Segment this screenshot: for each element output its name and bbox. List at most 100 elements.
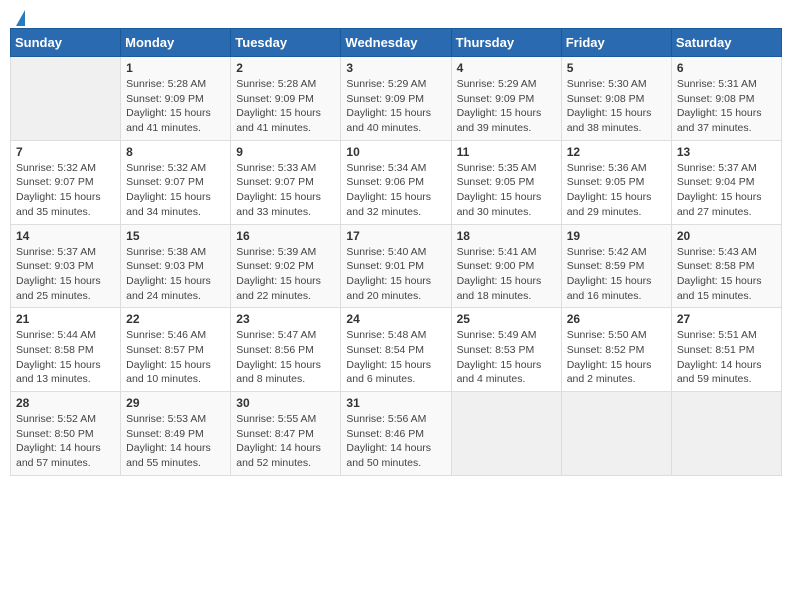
calendar-cell: 30 Sunrise: 5:55 AM Sunset: 8:47 PM Dayli… bbox=[231, 392, 341, 476]
day-info: Sunrise: 5:30 AM Sunset: 9:08 PM Dayligh… bbox=[567, 77, 666, 136]
day-info: Sunrise: 5:28 AM Sunset: 9:09 PM Dayligh… bbox=[236, 77, 335, 136]
day-info: Sunrise: 5:36 AM Sunset: 9:05 PM Dayligh… bbox=[567, 161, 666, 220]
calendar-cell: 23 Sunrise: 5:47 AM Sunset: 8:56 PM Dayli… bbox=[231, 308, 341, 392]
day-number: 22 bbox=[126, 312, 225, 326]
logo-triangle-icon bbox=[16, 10, 25, 26]
calendar-cell: 5 Sunrise: 5:30 AM Sunset: 9:08 PM Daylig… bbox=[561, 57, 671, 141]
day-number: 17 bbox=[346, 229, 445, 243]
day-number: 3 bbox=[346, 61, 445, 75]
calendar-cell: 13 Sunrise: 5:37 AM Sunset: 9:04 PM Dayli… bbox=[671, 140, 781, 224]
weekday-header-sunday: Sunday bbox=[11, 29, 121, 57]
calendar-cell: 28 Sunrise: 5:52 AM Sunset: 8:50 PM Dayli… bbox=[11, 392, 121, 476]
calendar-cell: 9Sunrise: 5:33 AM Sunset: 9:07 PM Daylig… bbox=[231, 140, 341, 224]
calendar-cell: 25 Sunrise: 5:49 AM Sunset: 8:53 PM Dayli… bbox=[451, 308, 561, 392]
calendar-cell: 19 Sunrise: 5:42 AM Sunset: 8:59 PM Dayli… bbox=[561, 224, 671, 308]
day-info: Sunrise: 5:55 AM Sunset: 8:47 PM Dayligh… bbox=[236, 412, 335, 471]
page-header bbox=[10, 10, 782, 22]
day-number: 28 bbox=[16, 396, 115, 410]
calendar-cell: 10 Sunrise: 5:34 AM Sunset: 9:06 PM Dayli… bbox=[341, 140, 451, 224]
calendar-cell: 2Sunrise: 5:28 AM Sunset: 9:09 PM Daylig… bbox=[231, 57, 341, 141]
calendar-cell: 29 Sunrise: 5:53 AM Sunset: 8:49 PM Dayli… bbox=[121, 392, 231, 476]
day-info: Sunrise: 5:48 AM Sunset: 8:54 PM Dayligh… bbox=[346, 328, 445, 387]
calendar-cell: 6 Sunrise: 5:31 AM Sunset: 9:08 PM Daylig… bbox=[671, 57, 781, 141]
calendar-week-row: 28 Sunrise: 5:52 AM Sunset: 8:50 PM Dayli… bbox=[11, 392, 782, 476]
calendar-cell: 4 Sunrise: 5:29 AM Sunset: 9:09 PM Daylig… bbox=[451, 57, 561, 141]
day-info: Sunrise: 5:33 AM Sunset: 9:07 PM Dayligh… bbox=[236, 161, 335, 220]
day-info: Sunrise: 5:35 AM Sunset: 9:05 PM Dayligh… bbox=[457, 161, 556, 220]
day-number: 14 bbox=[16, 229, 115, 243]
day-info: Sunrise: 5:47 AM Sunset: 8:56 PM Dayligh… bbox=[236, 328, 335, 387]
day-number: 4 bbox=[457, 61, 556, 75]
day-info: Sunrise: 5:34 AM Sunset: 9:06 PM Dayligh… bbox=[346, 161, 445, 220]
day-info: Sunrise: 5:52 AM Sunset: 8:50 PM Dayligh… bbox=[16, 412, 115, 471]
calendar-cell: 15 Sunrise: 5:38 AM Sunset: 9:03 PM Dayli… bbox=[121, 224, 231, 308]
calendar-cell bbox=[11, 57, 121, 141]
day-info: Sunrise: 5:38 AM Sunset: 9:03 PM Dayligh… bbox=[126, 245, 225, 304]
day-info: Sunrise: 5:41 AM Sunset: 9:00 PM Dayligh… bbox=[457, 245, 556, 304]
day-number: 11 bbox=[457, 145, 556, 159]
calendar-cell: 14 Sunrise: 5:37 AM Sunset: 9:03 PM Dayli… bbox=[11, 224, 121, 308]
day-info: Sunrise: 5:39 AM Sunset: 9:02 PM Dayligh… bbox=[236, 245, 335, 304]
calendar-cell: 17Sunrise: 5:40 AM Sunset: 9:01 PM Dayli… bbox=[341, 224, 451, 308]
calendar-cell: 22Sunrise: 5:46 AM Sunset: 8:57 PM Dayli… bbox=[121, 308, 231, 392]
weekday-header-row: SundayMondayTuesdayWednesdayThursdayFrid… bbox=[11, 29, 782, 57]
day-number: 5 bbox=[567, 61, 666, 75]
weekday-header-monday: Monday bbox=[121, 29, 231, 57]
calendar-cell: 12 Sunrise: 5:36 AM Sunset: 9:05 PM Dayli… bbox=[561, 140, 671, 224]
calendar-cell: 26Sunrise: 5:50 AM Sunset: 8:52 PM Dayli… bbox=[561, 308, 671, 392]
day-number: 24 bbox=[346, 312, 445, 326]
day-number: 18 bbox=[457, 229, 556, 243]
calendar-week-row: 14 Sunrise: 5:37 AM Sunset: 9:03 PM Dayli… bbox=[11, 224, 782, 308]
day-info: Sunrise: 5:44 AM Sunset: 8:58 PM Dayligh… bbox=[16, 328, 115, 387]
day-info: Sunrise: 5:37 AM Sunset: 9:04 PM Dayligh… bbox=[677, 161, 776, 220]
day-info: Sunrise: 5:56 AM Sunset: 8:46 PM Dayligh… bbox=[346, 412, 445, 471]
day-number: 23 bbox=[236, 312, 335, 326]
calendar-cell: 16 Sunrise: 5:39 AM Sunset: 9:02 PM Dayli… bbox=[231, 224, 341, 308]
day-number: 13 bbox=[677, 145, 776, 159]
day-info: Sunrise: 5:42 AM Sunset: 8:59 PM Dayligh… bbox=[567, 245, 666, 304]
weekday-header-saturday: Saturday bbox=[671, 29, 781, 57]
calendar-table: SundayMondayTuesdayWednesdayThursdayFrid… bbox=[10, 28, 782, 476]
day-info: Sunrise: 5:29 AM Sunset: 9:09 PM Dayligh… bbox=[346, 77, 445, 136]
day-info: Sunrise: 5:43 AM Sunset: 8:58 PM Dayligh… bbox=[677, 245, 776, 304]
day-info: Sunrise: 5:37 AM Sunset: 9:03 PM Dayligh… bbox=[16, 245, 115, 304]
day-info: Sunrise: 5:32 AM Sunset: 9:07 PM Dayligh… bbox=[16, 161, 115, 220]
day-info: Sunrise: 5:53 AM Sunset: 8:49 PM Dayligh… bbox=[126, 412, 225, 471]
calendar-week-row: 7 Sunrise: 5:32 AM Sunset: 9:07 PM Daylig… bbox=[11, 140, 782, 224]
calendar-cell: 7 Sunrise: 5:32 AM Sunset: 9:07 PM Daylig… bbox=[11, 140, 121, 224]
calendar-cell bbox=[671, 392, 781, 476]
day-number: 29 bbox=[126, 396, 225, 410]
calendar-cell: 21Sunrise: 5:44 AM Sunset: 8:58 PM Dayli… bbox=[11, 308, 121, 392]
weekday-header-friday: Friday bbox=[561, 29, 671, 57]
calendar-cell: 18 Sunrise: 5:41 AM Sunset: 9:00 PM Dayli… bbox=[451, 224, 561, 308]
day-info: Sunrise: 5:32 AM Sunset: 9:07 PM Dayligh… bbox=[126, 161, 225, 220]
day-number: 7 bbox=[16, 145, 115, 159]
calendar-cell: 8 Sunrise: 5:32 AM Sunset: 9:07 PM Daylig… bbox=[121, 140, 231, 224]
calendar-cell: 27Sunrise: 5:51 AM Sunset: 8:51 PM Dayli… bbox=[671, 308, 781, 392]
calendar-cell: 11 Sunrise: 5:35 AM Sunset: 9:05 PM Dayli… bbox=[451, 140, 561, 224]
calendar-cell bbox=[451, 392, 561, 476]
day-number: 12 bbox=[567, 145, 666, 159]
calendar-cell: 3 Sunrise: 5:29 AM Sunset: 9:09 PM Daylig… bbox=[341, 57, 451, 141]
day-info: Sunrise: 5:49 AM Sunset: 8:53 PM Dayligh… bbox=[457, 328, 556, 387]
day-number: 15 bbox=[126, 229, 225, 243]
day-info: Sunrise: 5:29 AM Sunset: 9:09 PM Dayligh… bbox=[457, 77, 556, 136]
day-number: 26 bbox=[567, 312, 666, 326]
logo bbox=[14, 10, 25, 22]
weekday-header-wednesday: Wednesday bbox=[341, 29, 451, 57]
calendar-cell: 20 Sunrise: 5:43 AM Sunset: 8:58 PM Dayli… bbox=[671, 224, 781, 308]
day-number: 8 bbox=[126, 145, 225, 159]
calendar-cell: 1Sunrise: 5:28 AM Sunset: 9:09 PM Daylig… bbox=[121, 57, 231, 141]
day-number: 6 bbox=[677, 61, 776, 75]
day-info: Sunrise: 5:51 AM Sunset: 8:51 PM Dayligh… bbox=[677, 328, 776, 387]
calendar-week-row: 1 Sunrise: 5:28 AM Sunset: 9:09 PM Daylig… bbox=[11, 57, 782, 141]
day-number: 25 bbox=[457, 312, 556, 326]
day-number: 20 bbox=[677, 229, 776, 243]
day-info: Sunrise: 5:31 AM Sunset: 9:08 PM Dayligh… bbox=[677, 77, 776, 136]
day-number: 10 bbox=[346, 145, 445, 159]
day-number: 19 bbox=[567, 229, 666, 243]
day-number: 1 bbox=[126, 61, 225, 75]
day-number: 16 bbox=[236, 229, 335, 243]
day-number: 30 bbox=[236, 396, 335, 410]
weekday-header-tuesday: Tuesday bbox=[231, 29, 341, 57]
